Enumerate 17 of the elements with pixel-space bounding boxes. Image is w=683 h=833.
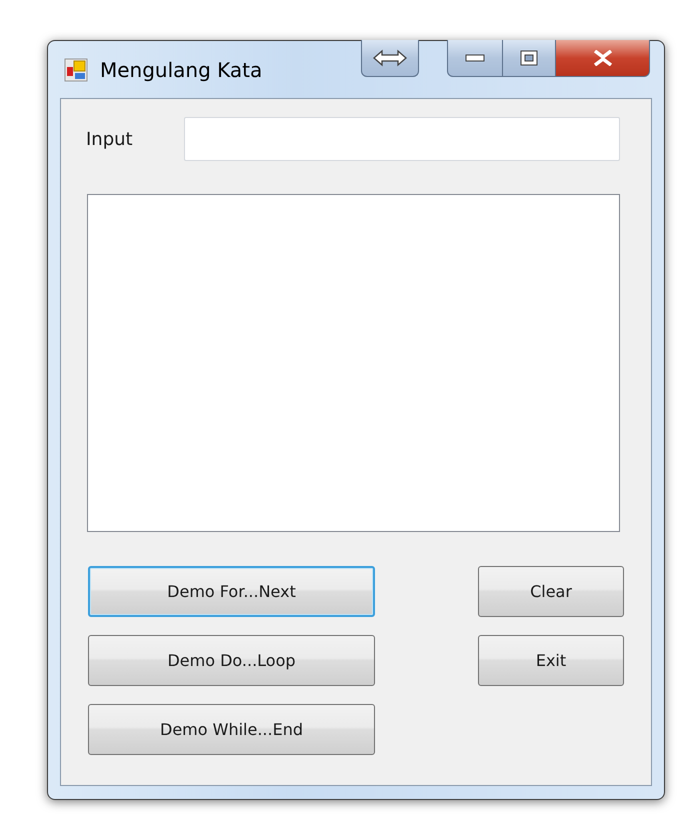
app-icon	[64, 58, 88, 82]
form-button[interactable]: Exit	[478, 635, 624, 686]
input-field[interactable]	[184, 117, 620, 161]
resize-button[interactable]	[361, 40, 419, 77]
window-title: Mengulang Kata	[100, 58, 262, 82]
close-icon	[592, 50, 612, 66]
close-button[interactable]	[556, 40, 650, 77]
form-button[interactable]: Clear	[478, 566, 624, 617]
double-arrow-icon	[373, 49, 407, 67]
form-button[interactable]: Demo While...End	[88, 704, 375, 755]
minimize-button[interactable]	[447, 40, 503, 77]
maximize-icon	[520, 50, 538, 66]
form-button[interactable]: Demo Do...Loop	[88, 635, 375, 686]
minimize-icon	[465, 54, 485, 62]
input-label: Input	[86, 128, 134, 150]
maximize-button[interactable]	[503, 40, 556, 77]
form-button[interactable]: Demo For...Next	[88, 566, 375, 617]
